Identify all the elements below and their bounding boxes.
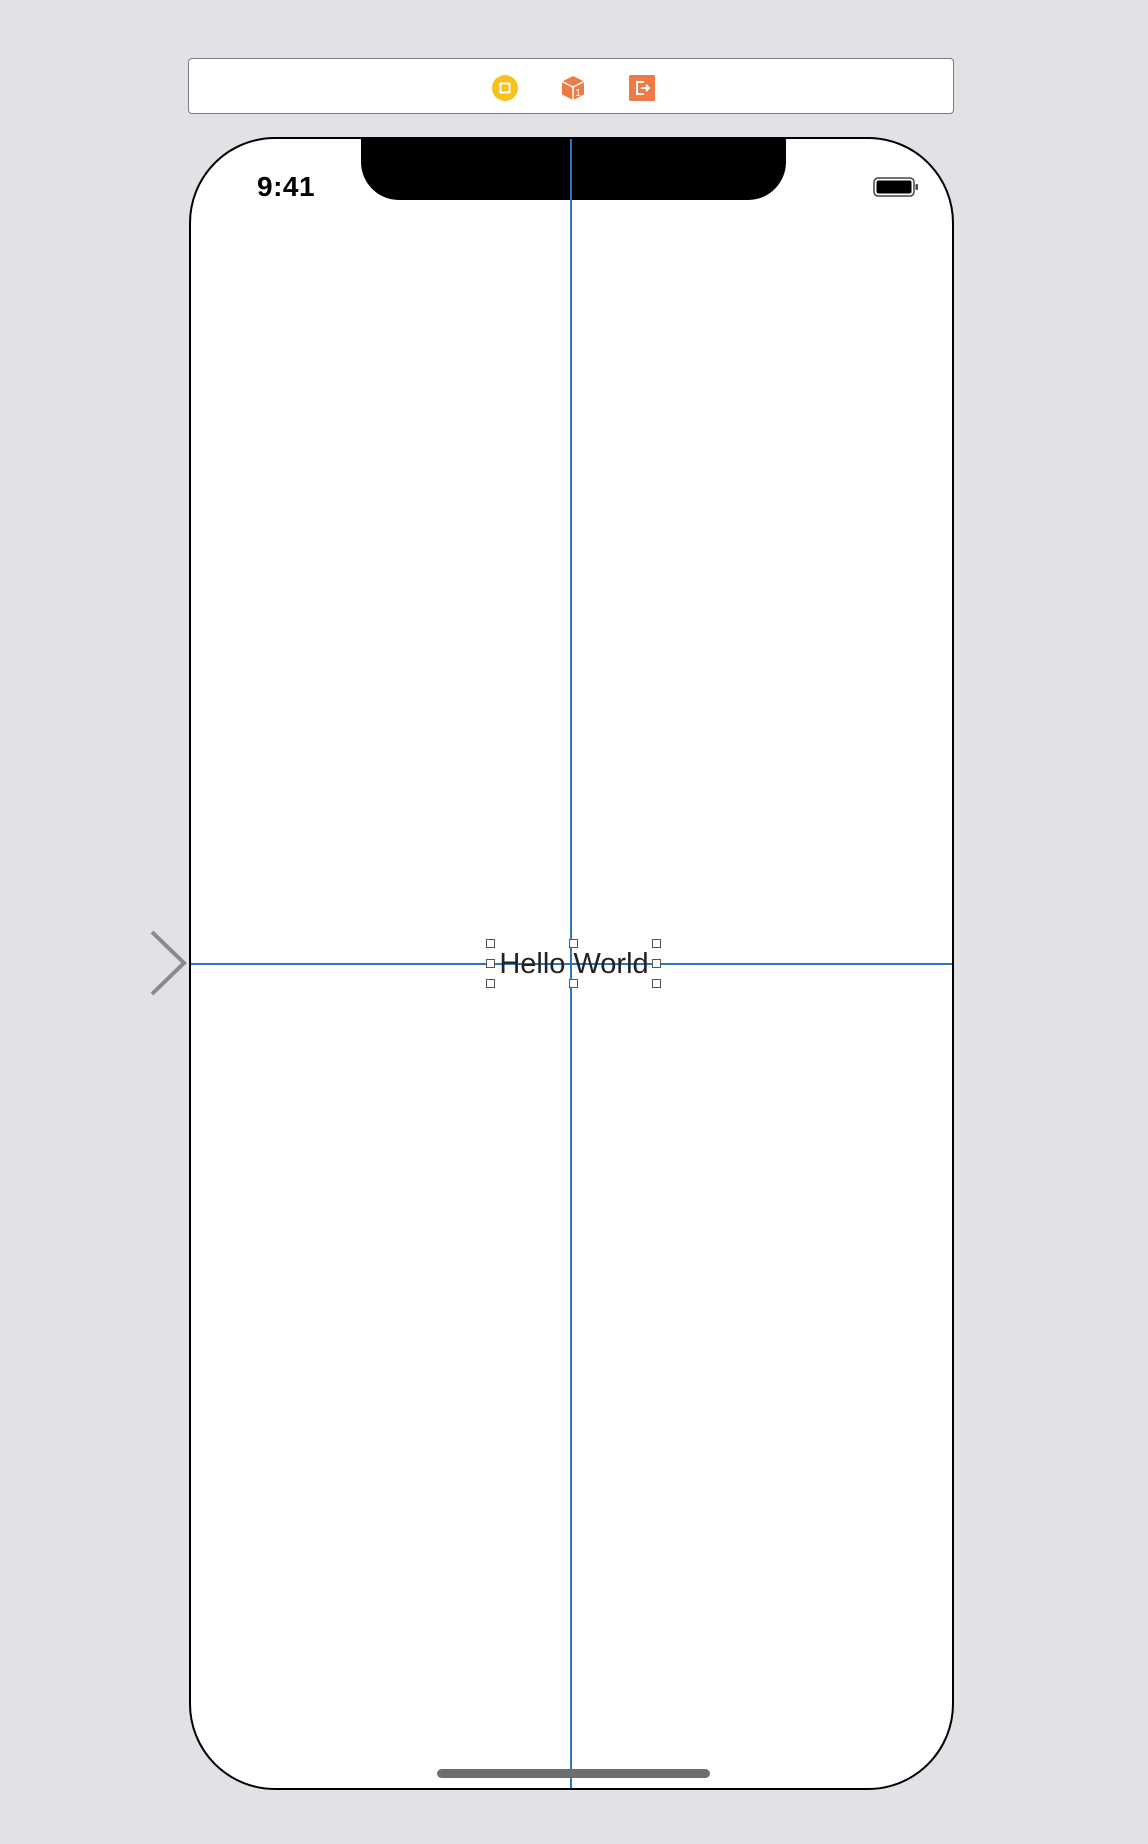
svg-text:1: 1	[575, 88, 581, 99]
hello-world-label-selection[interactable]: Hello World	[486, 939, 661, 988]
device-notch	[361, 139, 786, 200]
resize-handle-bottom-center[interactable]	[569, 979, 578, 988]
scene-dock: 1	[188, 58, 954, 114]
resize-handle-middle-right[interactable]	[652, 959, 661, 968]
home-indicator	[437, 1769, 710, 1778]
status-bar-time: 9:41	[257, 171, 316, 202]
resize-handle-top-left[interactable]	[486, 939, 495, 948]
resize-handle-top-center[interactable]	[569, 939, 578, 948]
exit-icon[interactable]	[628, 74, 656, 102]
view-controller-icon[interactable]	[491, 74, 519, 102]
resize-handle-middle-left[interactable]	[486, 959, 495, 968]
hello-world-label[interactable]: Hello World	[491, 944, 657, 984]
resize-handle-bottom-right[interactable]	[652, 979, 661, 988]
storyboard-entry-point-arrow[interactable]	[0, 928, 190, 998]
iphone-device-frame: 9:41 Hello World	[189, 137, 954, 1790]
first-responder-icon[interactable]: 1	[559, 74, 587, 102]
battery-icon	[873, 176, 919, 198]
resize-handle-bottom-left[interactable]	[486, 979, 495, 988]
resize-handle-top-right[interactable]	[652, 939, 661, 948]
